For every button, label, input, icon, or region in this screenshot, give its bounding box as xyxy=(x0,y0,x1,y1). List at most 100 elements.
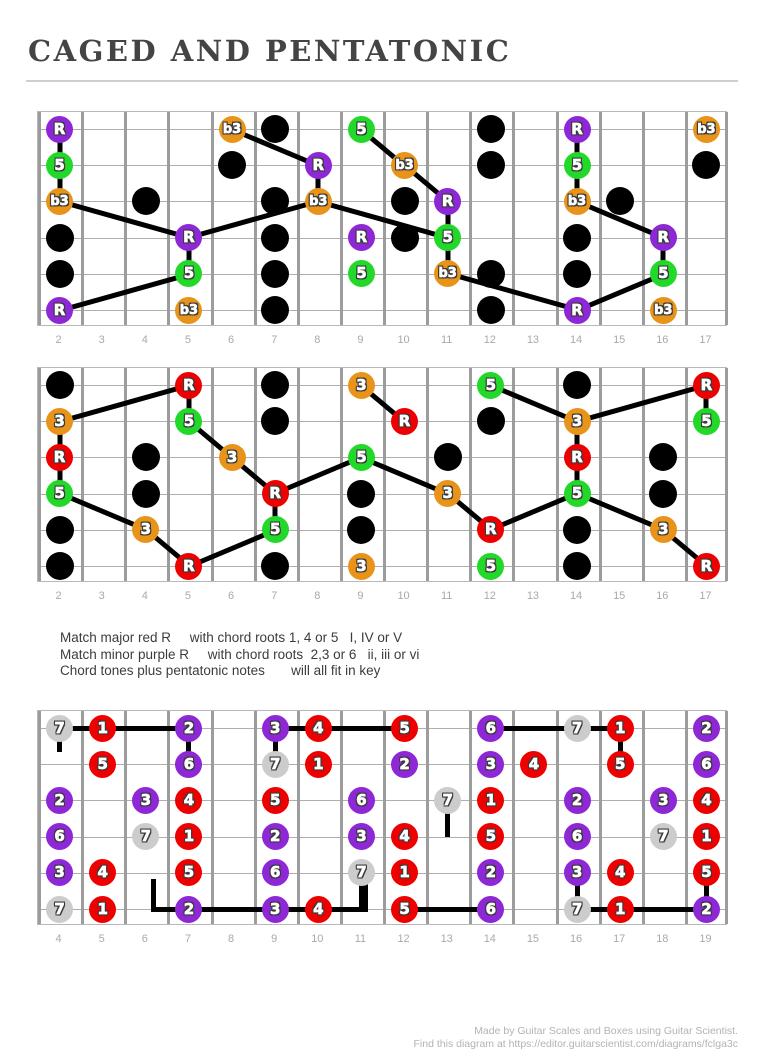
fretboard-diagram-1[interactable]: R 5 b3 R R 5 b3 b3 Rb3 5 R 5 b3 R 5 b3 R 5 b3 R R 5 b3 b3 2 3 4 5 6… xyxy=(37,111,728,346)
fret-note-marker[interactable]: 5 xyxy=(175,407,203,435)
fret-marker-muted[interactable] xyxy=(347,515,376,544)
fret-note-marker[interactable]: 4 xyxy=(391,823,419,851)
fret-note-marker[interactable]: 3 xyxy=(347,371,375,399)
fret-marker-muted[interactable] xyxy=(390,223,419,252)
fret-note-marker[interactable]: 7 xyxy=(347,859,375,887)
fret-note-marker[interactable]: 5 xyxy=(649,260,677,288)
fret-marker-muted[interactable] xyxy=(476,407,505,436)
fret-marker-muted[interactable] xyxy=(390,187,419,216)
fret-marker-muted[interactable] xyxy=(476,296,505,324)
fret-note-marker[interactable]: 2 xyxy=(563,786,591,814)
fret-note-marker[interactable]: 7 xyxy=(649,823,677,851)
fret-note-marker[interactable]: 2 xyxy=(261,823,289,851)
fret-note-marker[interactable]: 3 xyxy=(261,895,289,923)
fret-note-marker[interactable]: R xyxy=(46,296,74,324)
fret-note-marker[interactable]: 6 xyxy=(261,859,289,887)
fret-note-marker[interactable]: 3 xyxy=(477,750,505,778)
fret-note-marker[interactable]: R xyxy=(649,224,677,252)
fret-marker-muted[interactable] xyxy=(131,479,160,508)
fret-note-marker[interactable]: 7 xyxy=(46,714,74,742)
fret-note-marker[interactable]: R xyxy=(261,480,289,508)
fret-note-marker[interactable]: 5 xyxy=(391,714,419,742)
fret-note-marker[interactable]: R xyxy=(46,443,74,471)
fret-note-marker[interactable]: 5 xyxy=(347,115,375,143)
fret-note-marker[interactable]: 5 xyxy=(261,786,289,814)
fret-note-marker[interactable]: 5 xyxy=(477,371,505,399)
fret-note-marker[interactable]: 5 xyxy=(477,552,505,580)
fret-note-marker[interactable]: b3 xyxy=(692,115,720,143)
fret-note-marker[interactable]: 1 xyxy=(477,786,505,814)
fret-note-marker[interactable]: 6 xyxy=(692,750,720,778)
fret-note-marker[interactable]: 3 xyxy=(46,407,74,435)
fret-note-marker[interactable]: R xyxy=(304,151,332,179)
fret-note-marker[interactable]: 4 xyxy=(304,714,332,742)
fret-note-marker[interactable]: 3 xyxy=(46,859,74,887)
fret-marker-muted[interactable] xyxy=(261,552,290,580)
fret-note-marker[interactable]: 1 xyxy=(175,823,203,851)
fret-note-marker[interactable]: 6 xyxy=(477,714,505,742)
fret-marker-muted[interactable] xyxy=(476,151,505,180)
fret-note-marker[interactable]: b3 xyxy=(46,187,74,215)
fretboard-grid-2[interactable]: 3 R 5 3 R 5 R 3 R 5 3 5 3 R 3 5 R 5 3 R 5 3 R 5 R xyxy=(37,367,728,582)
fret-note-marker[interactable]: 1 xyxy=(89,714,117,742)
fret-note-marker[interactable]: 6 xyxy=(563,823,591,851)
fret-note-marker[interactable]: 5 xyxy=(175,260,203,288)
fret-note-marker[interactable]: 6 xyxy=(175,750,203,778)
fret-note-marker[interactable]: 5 xyxy=(46,151,74,179)
fret-note-marker[interactable]: 5 xyxy=(347,443,375,471)
fret-note-marker[interactable]: R xyxy=(477,516,505,544)
fret-note-marker[interactable]: 5 xyxy=(175,859,203,887)
fret-marker-muted[interactable] xyxy=(45,259,74,288)
fret-note-marker[interactable]: b3 xyxy=(649,296,677,324)
fret-marker-muted[interactable] xyxy=(433,443,462,472)
fret-note-marker[interactable]: 5 xyxy=(692,407,720,435)
fret-note-marker[interactable]: b3 xyxy=(304,187,332,215)
fret-marker-muted[interactable] xyxy=(218,151,247,180)
fret-marker-muted[interactable] xyxy=(347,479,376,508)
fret-note-marker[interactable]: 5 xyxy=(563,151,591,179)
fret-note-marker[interactable]: 5 xyxy=(46,480,74,508)
fret-marker-muted[interactable] xyxy=(45,223,74,252)
fret-note-marker[interactable]: 7 xyxy=(46,895,74,923)
fret-note-marker[interactable]: 6 xyxy=(46,823,74,851)
fretboard-grid-3[interactable]: 7 2 6 3 7 1 5 4 1 3 7 2 6 4 1 5 2 3 7 5 2 6 3 4 1 4 6 3 7 5 2 4 1 5 7 6 3 1 5 2… xyxy=(37,710,728,925)
fret-marker-muted[interactable] xyxy=(261,115,290,143)
fret-note-marker[interactable]: b3 xyxy=(563,187,591,215)
fret-note-marker[interactable]: 2 xyxy=(477,859,505,887)
fret-marker-muted[interactable] xyxy=(649,443,678,472)
fret-note-marker[interactable]: 4 xyxy=(89,859,117,887)
fret-note-marker[interactable]: R xyxy=(563,296,591,324)
fret-note-marker[interactable]: 7 xyxy=(434,786,462,814)
fretboard-grid-1[interactable]: R 5 b3 R R 5 b3 b3 Rb3 5 R 5 b3 R 5 b3 R 5 b3 R R 5 b3 b3 xyxy=(37,111,728,326)
fret-note-marker[interactable]: 6 xyxy=(347,786,375,814)
fret-marker-muted[interactable] xyxy=(261,296,290,324)
fret-note-marker[interactable]: 3 xyxy=(261,714,289,742)
fret-note-marker[interactable]: R xyxy=(563,443,591,471)
fret-note-marker[interactable]: 5 xyxy=(89,750,117,778)
fretboard-diagram-3[interactable]: 7263715413726415237526341463752415763152… xyxy=(37,710,728,945)
fret-marker-muted[interactable] xyxy=(261,259,290,288)
fret-note-marker[interactable]: 4 xyxy=(520,750,548,778)
fret-note-marker[interactable]: 5 xyxy=(563,480,591,508)
fret-note-marker[interactable]: 5 xyxy=(347,260,375,288)
fret-marker-muted[interactable] xyxy=(563,371,592,399)
fret-marker-muted[interactable] xyxy=(476,115,505,143)
fret-marker-muted[interactable] xyxy=(131,443,160,472)
fret-note-marker[interactable]: 2 xyxy=(391,750,419,778)
fret-marker-muted[interactable] xyxy=(563,552,592,580)
fret-note-marker[interactable]: R xyxy=(692,371,720,399)
fret-note-marker[interactable]: 1 xyxy=(391,859,419,887)
fret-note-marker[interactable]: R xyxy=(347,224,375,252)
fret-note-marker[interactable]: 3 xyxy=(347,552,375,580)
fret-marker-muted[interactable] xyxy=(606,187,635,216)
fret-note-marker[interactable]: 3 xyxy=(563,407,591,435)
fret-note-marker[interactable]: 2 xyxy=(692,714,720,742)
fret-note-marker[interactable]: 3 xyxy=(218,443,246,471)
fret-note-marker[interactable]: R xyxy=(563,115,591,143)
fret-note-marker[interactable]: b3 xyxy=(391,151,419,179)
fret-marker-muted[interactable] xyxy=(563,223,592,252)
fret-note-marker[interactable]: 4 xyxy=(692,786,720,814)
fretboard-diagram-2[interactable]: 3 R 5 3 R 5 R 3 R 5 3 5 3 R 3 5 R 5 3 R 5 3 R 5 R 2 3 4 5 6 7 8 9 10 11 12… xyxy=(37,367,728,602)
fret-note-marker[interactable]: 4 xyxy=(175,786,203,814)
fret-note-marker[interactable]: b3 xyxy=(434,260,462,288)
